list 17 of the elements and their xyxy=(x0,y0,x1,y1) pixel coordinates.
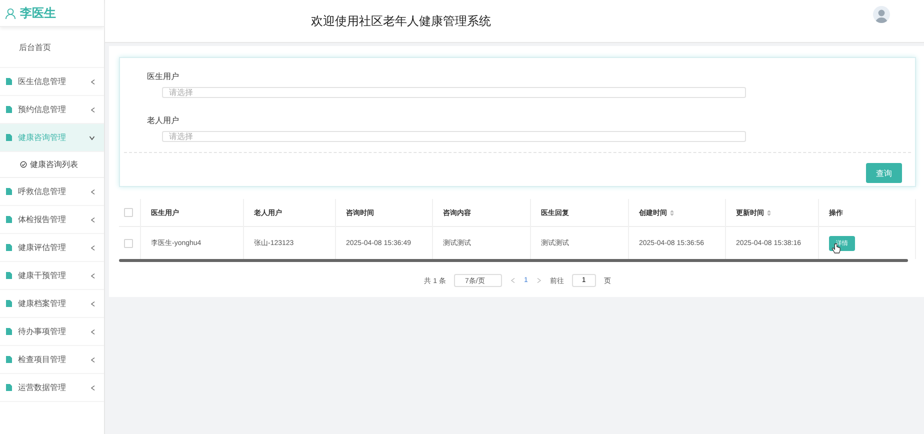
sidebar-item[interactable]: 呼救信息管理 xyxy=(0,178,104,206)
sidebar-item[interactable]: 检查项目管理 xyxy=(0,346,104,374)
page-title: 欢迎使用社区老年人健康管理系统 xyxy=(311,12,491,30)
select-field[interactable]: 请选择 xyxy=(162,87,746,98)
sidebar-item[interactable]: 健康干预管理 xyxy=(0,262,104,290)
field-label: 医生用户 xyxy=(147,71,179,82)
sidebar-item[interactable]: 体检报告管理 xyxy=(0,206,104,234)
sidebar-item[interactable]: 后台首页 xyxy=(0,27,104,68)
sidebar-item[interactable]: 运营数据管理 xyxy=(0,374,104,402)
sidebar-item[interactable]: 医生信息管理 xyxy=(0,68,104,96)
field-label: 老人用户 xyxy=(147,115,179,126)
select-field[interactable]: 请选择 xyxy=(162,131,746,142)
sidebar-item[interactable]: 待办事项管理 xyxy=(0,318,104,346)
sidebar-subitem[interactable]: 健康咨询列表 xyxy=(0,152,104,178)
sidebar-item[interactable]: 健康评估管理 xyxy=(0,234,104,262)
user-name: 李医生 xyxy=(20,4,56,22)
sidebar-item[interactable]: 健康档案管理 xyxy=(0,290,104,318)
